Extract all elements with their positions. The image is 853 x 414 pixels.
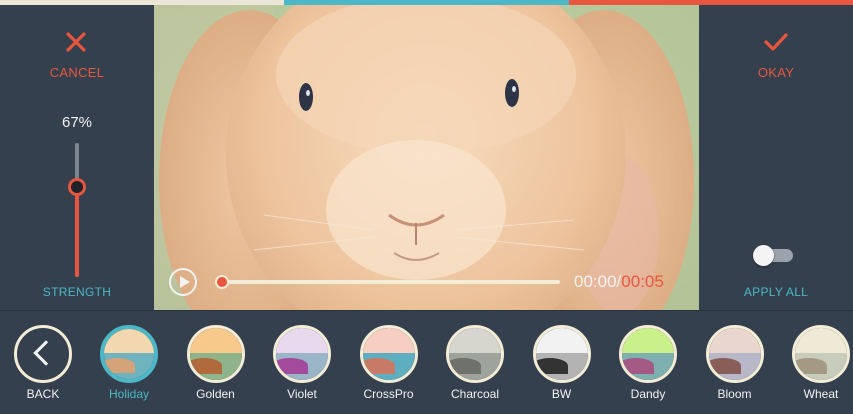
- check-icon[interactable]: [763, 30, 789, 54]
- seek-bar[interactable]: [222, 280, 560, 284]
- thumbnail-sky: [535, 328, 588, 354]
- thumbnail-rocks: [276, 358, 309, 374]
- apply-all-toggle[interactable]: [753, 245, 793, 266]
- cancel-button[interactable]: CANCEL: [0, 65, 154, 80]
- rabbit-preview-image: [154, 5, 699, 310]
- current-time: 00:00: [574, 272, 617, 291]
- filter-label: Bloom: [717, 387, 752, 401]
- filter-item[interactable]: Violet: [259, 311, 345, 414]
- apply-all-label: APPLY ALL: [743, 285, 809, 299]
- filter-label: Charcoal: [450, 387, 500, 401]
- strength-value: 67%: [61, 114, 93, 131]
- filter-thumbnail: [792, 325, 850, 383]
- filter-thumbnail: [359, 325, 418, 383]
- filter-item[interactable]: CrossPro: [346, 311, 432, 414]
- filter-item[interactable]: Wheat: [778, 311, 853, 414]
- video-filter-editor: CANCEL 67% STRENGTH 00:00/00:05 OKAY APP…: [0, 0, 853, 414]
- filter-item[interactable]: BW: [519, 311, 605, 414]
- filter-thumbnail: [705, 325, 764, 383]
- play-icon: [180, 276, 190, 288]
- thumbnail-sky: [276, 328, 328, 354]
- filter-thumbnail: [446, 325, 504, 383]
- filter-label: BW: [551, 387, 572, 401]
- thumbnail-rocks: [189, 358, 222, 374]
- filter-label: Wheat: [803, 387, 839, 401]
- thumbnail-sky: [104, 329, 154, 354]
- thumbnail-sky: [362, 328, 415, 354]
- thumbnail-sky: [708, 328, 761, 354]
- filter-strip: BACK Holiday Golden Violet CrossPro Charcoal…: [0, 310, 853, 414]
- filter-label: Violet: [287, 387, 317, 401]
- filter-thumbnail: [273, 325, 331, 383]
- time-display: 00:00/00:05: [574, 272, 664, 292]
- filter-thumbnail: [100, 325, 158, 383]
- thumbnail-sky: [449, 328, 501, 354]
- thumbnail-rocks: [708, 358, 741, 374]
- play-button[interactable]: [169, 268, 197, 296]
- thumbnail-rocks: [622, 358, 655, 374]
- filter-item[interactable]: Charcoal: [432, 311, 518, 414]
- filter-label: Holiday: [108, 387, 150, 401]
- filter-thumbnail: [186, 325, 245, 383]
- thumbnail-rocks: [362, 358, 395, 374]
- left-panel: CANCEL 67% STRENGTH: [0, 5, 154, 310]
- close-icon[interactable]: [64, 30, 88, 54]
- filter-thumbnail: [532, 325, 591, 383]
- back-circle: [14, 325, 72, 383]
- thumbnail-rocks: [535, 358, 568, 374]
- video-preview[interactable]: 00:00/00:05: [154, 5, 699, 310]
- seek-thumb[interactable]: [215, 275, 229, 289]
- apply-all-toggle-knob: [753, 245, 774, 266]
- total-time: 00:05: [621, 272, 664, 291]
- chevron-left-icon: [33, 340, 59, 366]
- strength-label: STRENGTH: [42, 285, 112, 299]
- strength-slider-thumb[interactable]: [68, 178, 86, 197]
- okay-button[interactable]: OKAY: [699, 65, 853, 80]
- strength-slider-fill: [75, 187, 79, 277]
- back-label: BACK: [26, 387, 60, 401]
- thumbnail-rocks: [104, 358, 135, 373]
- thumbnail-sky: [795, 328, 847, 354]
- filter-label: CrossPro: [363, 387, 414, 401]
- thumbnail-rocks: [795, 358, 828, 374]
- filter-item[interactable]: Golden: [173, 311, 259, 414]
- right-panel: OKAY APPLY ALL: [699, 5, 853, 310]
- back-button[interactable]: BACK: [0, 311, 86, 414]
- filter-item[interactable]: Holiday: [86, 311, 172, 414]
- thumbnail-rocks: [449, 358, 482, 374]
- filter-item[interactable]: Bloom: [692, 311, 778, 414]
- filter-item[interactable]: Dandy: [605, 311, 691, 414]
- filter-thumbnail: [619, 325, 677, 383]
- thumbnail-sky: [189, 328, 242, 354]
- filter-label: Golden: [196, 387, 235, 401]
- thumbnail-sky: [622, 328, 674, 354]
- filter-label: Dandy: [630, 387, 666, 401]
